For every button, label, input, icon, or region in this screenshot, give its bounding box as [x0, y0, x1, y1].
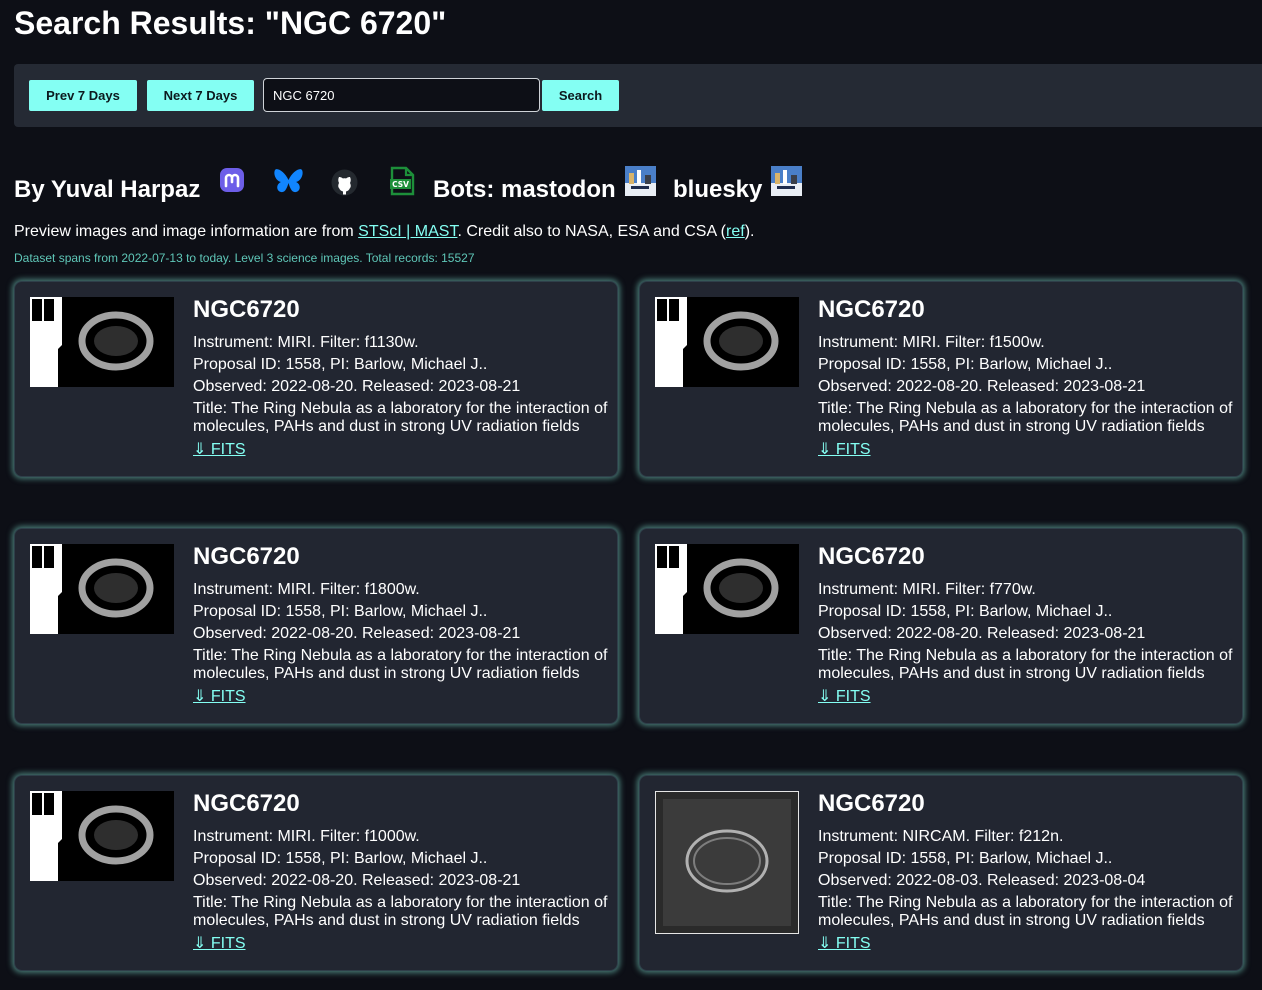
- nebula-thumbnail-image: [655, 297, 799, 387]
- toolbar: Prev 7 Days Next 7 Days Search: [14, 64, 1262, 127]
- svg-text:CSV: CSV: [392, 180, 409, 189]
- result-program-title: Title: The Ring Nebula as a laboratory f…: [193, 400, 608, 435]
- page-title: Search Results: "NGC 6720": [14, 5, 447, 41]
- nebula-thumbnail-image: [655, 791, 799, 934]
- ref-link[interactable]: ref: [726, 223, 745, 240]
- fits-download-link[interactable]: ⇓ FITS: [818, 688, 871, 706]
- fits-download-link[interactable]: ⇓ FITS: [193, 935, 246, 953]
- result-instrument: Instrument: MIRI. Filter: f770w.: [818, 581, 1036, 598]
- bots-bluesky-label[interactable]: bluesky: [673, 176, 762, 204]
- result-instrument: Instrument: NIRCAM. Filter: f212n.: [818, 828, 1064, 845]
- fits-download-link[interactable]: ⇓ FITS: [193, 441, 246, 459]
- result-dates: Observed: 2022-08-20. Released: 2023-08-…: [193, 625, 521, 642]
- result-proposal: Proposal ID: 1558, PI: Barlow, Michael J…: [818, 356, 1113, 373]
- result-proposal: Proposal ID: 1558, PI: Barlow, Michael J…: [818, 603, 1113, 620]
- bluesky-icon[interactable]: [273, 166, 304, 196]
- result-proposal: Proposal ID: 1558, PI: Barlow, Michael J…: [193, 603, 488, 620]
- result-instrument: Instrument: MIRI. Filter: f1130w.: [193, 334, 419, 351]
- result-title: NGC6720: [193, 543, 300, 570]
- result-instrument: Instrument: MIRI. Filter: f1800w.: [193, 581, 420, 598]
- next-7-days-button[interactable]: Next 7 Days: [147, 80, 254, 111]
- result-card: NGC6720 Instrument: MIRI. Filter: f1500w.…: [639, 281, 1243, 477]
- nebula-thumbnail-image: [30, 791, 174, 881]
- result-program-title: Title: The Ring Nebula as a laboratory f…: [818, 894, 1233, 929]
- result-title: NGC6720: [818, 543, 925, 570]
- nebula-thumbnail-image: [30, 297, 174, 387]
- fits-download-link[interactable]: ⇓ FITS: [818, 441, 871, 459]
- search-input[interactable]: [263, 78, 540, 112]
- byline: By Yuval Harpaz: [14, 165, 200, 215]
- result-dates: Observed: 2022-08-20. Released: 2023-08-…: [818, 378, 1146, 395]
- github-icon[interactable]: [330, 168, 359, 197]
- result-program-title: Title: The Ring Nebula as a laboratory f…: [193, 647, 608, 682]
- bots-bluesky-section: bluesky: [673, 165, 762, 215]
- dataset-note: Dataset spans from 2022-07-13 to today. …: [14, 251, 475, 265]
- result-program-title: Title: The Ring Nebula as a laboratory f…: [818, 400, 1233, 435]
- fits-download-link[interactable]: ⇓ FITS: [818, 935, 871, 953]
- result-card: NGC6720 Instrument: MIRI. Filter: f770w. P…: [639, 528, 1243, 724]
- nebula-thumbnail-image: [655, 544, 799, 634]
- result-thumbnail[interactable]: [655, 297, 799, 387]
- mastodon-icon[interactable]: [218, 167, 246, 195]
- bot-avatar-icon[interactable]: [625, 166, 656, 196]
- prev-7-days-button[interactable]: Prev 7 Days: [29, 80, 137, 111]
- result-title: NGC6720: [818, 296, 925, 323]
- result-program-title: Title: The Ring Nebula as a laboratory f…: [193, 894, 608, 929]
- result-title: NGC6720: [818, 790, 925, 817]
- result-instrument: Instrument: MIRI. Filter: f1000w.: [193, 828, 420, 845]
- result-card: NGC6720 Instrument: MIRI. Filter: f1800w.…: [14, 528, 618, 724]
- result-dates: Observed: 2022-08-03. Released: 2023-08-…: [818, 872, 1146, 889]
- result-thumbnail[interactable]: [655, 544, 799, 634]
- nebula-thumbnail-image: [30, 544, 174, 634]
- result-card: NGC6720 Instrument: MIRI. Filter: f1000w.…: [14, 775, 618, 971]
- result-card: NGC6720 Instrument: MIRI. Filter: f1130w.…: [14, 281, 618, 477]
- author-name: By Yuval Harpaz: [14, 176, 201, 203]
- bots-section: Bots: mastodon: [433, 165, 616, 215]
- result-title: NGC6720: [193, 296, 300, 323]
- result-card: NGC6720 Instrument: NIRCAM. Filter: f212n…: [639, 775, 1243, 971]
- search-button[interactable]: Search: [542, 80, 619, 111]
- bot-avatar-icon[interactable]: [771, 166, 802, 196]
- bots-mastodon-label[interactable]: Bots: mastodon: [433, 176, 616, 204]
- fits-download-link[interactable]: ⇓ FITS: [193, 688, 246, 706]
- result-dates: Observed: 2022-08-20. Released: 2023-08-…: [193, 378, 521, 395]
- credits-text: Preview images and image information are…: [14, 223, 755, 240]
- result-thumbnail[interactable]: [30, 297, 174, 387]
- result-proposal: Proposal ID: 1558, PI: Barlow, Michael J…: [818, 850, 1113, 867]
- result-thumbnail[interactable]: [655, 791, 799, 934]
- result-dates: Observed: 2022-08-20. Released: 2023-08-…: [818, 625, 1146, 642]
- result-proposal: Proposal ID: 1558, PI: Barlow, Michael J…: [193, 850, 488, 867]
- result-proposal: Proposal ID: 1558, PI: Barlow, Michael J…: [193, 356, 488, 373]
- result-program-title: Title: The Ring Nebula as a laboratory f…: [818, 647, 1233, 682]
- result-thumbnail[interactable]: [30, 791, 174, 881]
- stsci-mast-link[interactable]: STScI | MAST: [358, 223, 457, 240]
- result-instrument: Instrument: MIRI. Filter: f1500w.: [818, 334, 1045, 351]
- result-title: NGC6720: [193, 790, 300, 817]
- csv-file-icon[interactable]: CSV: [388, 166, 416, 196]
- result-dates: Observed: 2022-08-20. Released: 2023-08-…: [193, 872, 521, 889]
- result-thumbnail[interactable]: [30, 544, 174, 634]
